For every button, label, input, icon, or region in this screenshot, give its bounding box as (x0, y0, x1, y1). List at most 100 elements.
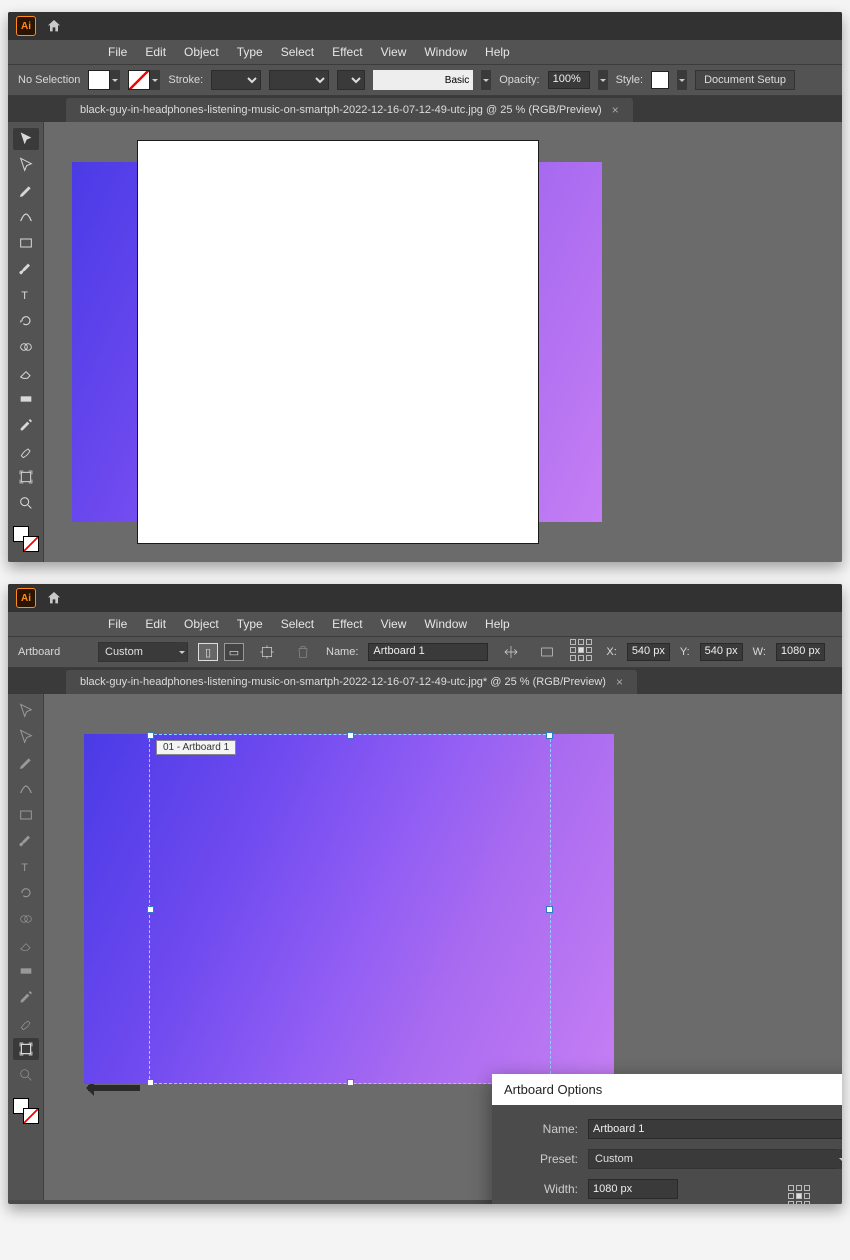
home-icon[interactable] (44, 16, 64, 36)
menu-view[interactable]: View (381, 45, 407, 59)
selection-tool-icon[interactable] (13, 128, 39, 150)
stroke-caret-icon[interactable] (150, 70, 160, 90)
paintbrush-tool-icon[interactable] (13, 258, 39, 280)
close-icon[interactable]: × (612, 103, 619, 117)
reference-point-grid[interactable] (788, 1185, 814, 1204)
placed-image[interactable]: 01 - Artboard 1 (84, 734, 614, 1084)
menu-object[interactable]: Object (184, 45, 219, 59)
zoom-tool-icon[interactable] (13, 1064, 39, 1086)
ao-width-input[interactable] (588, 1179, 678, 1199)
menu-type[interactable]: Type (237, 617, 263, 631)
artboard-selection[interactable] (149, 734, 551, 1084)
symbol-sprayer-tool-icon[interactable] (13, 1012, 39, 1034)
artboard-tag[interactable]: 01 - Artboard 1 (156, 740, 236, 755)
menu-window[interactable]: Window (424, 45, 467, 59)
w-value[interactable]: 1080 px (776, 643, 825, 661)
menu-edit[interactable]: Edit (145, 617, 166, 631)
zoom-tool-icon[interactable] (13, 492, 39, 514)
menu-file[interactable]: File (108, 617, 127, 631)
menu-select[interactable]: Select (281, 617, 314, 631)
stroke-weight-select[interactable] (211, 70, 261, 90)
landscape-icon[interactable]: ▭ (224, 643, 244, 661)
menu-effect[interactable]: Effect (332, 617, 362, 631)
eraser-tool-icon[interactable] (13, 362, 39, 384)
pen-tool-icon[interactable] (13, 180, 39, 202)
delete-artboard-icon[interactable] (290, 641, 316, 663)
menu-help[interactable]: Help (485, 45, 510, 59)
portrait-icon[interactable]: ▯ (198, 643, 218, 661)
rectangle-tool-icon[interactable] (13, 232, 39, 254)
shape-builder-tool-icon[interactable] (13, 908, 39, 930)
menu-file[interactable]: File (108, 45, 127, 59)
gradient-tool-icon[interactable] (13, 388, 39, 410)
menu-view[interactable]: View (381, 617, 407, 631)
type-tool-icon[interactable]: T (13, 284, 39, 306)
opacity-caret-icon[interactable] (598, 70, 608, 90)
canvas[interactable]: 01 - Artboard 1 Artboard Options Name: P… (44, 694, 842, 1200)
direct-selection-tool-icon[interactable] (13, 726, 39, 748)
fill-swatch[interactable] (88, 70, 110, 90)
ao-preset-select[interactable]: Custom (588, 1149, 842, 1169)
resize-handle[interactable] (546, 732, 553, 739)
brush-definition-select[interactable] (269, 70, 329, 90)
menu-edit[interactable]: Edit (145, 45, 166, 59)
y-value[interactable]: 540 px (700, 643, 743, 661)
paintbrush-tool-icon[interactable] (13, 830, 39, 852)
shape-builder-tool-icon[interactable] (13, 336, 39, 358)
menu-window[interactable]: Window (424, 617, 467, 631)
fill-stroke-indicator[interactable] (13, 526, 39, 552)
rotate-tool-icon[interactable] (13, 310, 39, 332)
menu-object[interactable]: Object (184, 617, 219, 631)
move-with-artboard-icon[interactable] (498, 641, 524, 663)
stroke-swatch[interactable] (128, 70, 150, 90)
style-caret-icon[interactable] (677, 70, 687, 90)
preset-select[interactable]: Custom (98, 642, 188, 662)
rectangle-tool-icon[interactable] (13, 804, 39, 826)
fill-caret-icon[interactable] (110, 70, 120, 90)
menu-help[interactable]: Help (485, 617, 510, 631)
canvas[interactable] (44, 122, 842, 562)
eraser-tool-icon[interactable] (13, 934, 39, 956)
menu-effect[interactable]: Effect (332, 45, 362, 59)
fill-stroke-indicator[interactable] (13, 1098, 39, 1124)
rotate-tool-icon[interactable] (13, 882, 39, 904)
artboard-tool-icon[interactable] (13, 1038, 39, 1060)
placed-image[interactable] (72, 162, 602, 522)
curvature-tool-icon[interactable] (13, 778, 39, 800)
menu-select[interactable]: Select (281, 45, 314, 59)
selection-tool-icon[interactable] (13, 700, 39, 722)
resize-handle[interactable] (147, 906, 154, 913)
curvature-tool-icon[interactable] (13, 206, 39, 228)
x-value[interactable]: 540 px (627, 643, 670, 661)
reference-point-grid[interactable] (570, 639, 596, 665)
document-tab[interactable]: black-guy-in-headphones-listening-music-… (66, 98, 633, 122)
graphic-style-box[interactable]: Basic (373, 70, 473, 90)
document-setup-button[interactable]: Document Setup (695, 70, 795, 90)
variable-width-select[interactable] (337, 70, 365, 90)
document-tab[interactable]: black-guy-in-headphones-listening-music-… (66, 670, 637, 694)
ao-name-input[interactable] (588, 1119, 842, 1139)
home-icon[interactable] (44, 588, 64, 608)
style-swatch[interactable] (651, 71, 669, 89)
graphic-style-caret-icon[interactable] (481, 70, 491, 90)
resize-handle[interactable] (347, 1079, 354, 1086)
resize-handle[interactable] (147, 732, 154, 739)
gradient-tool-icon[interactable] (13, 960, 39, 982)
artboard-name-field[interactable]: Artboard 1 (368, 643, 488, 661)
resize-handle[interactable] (147, 1079, 154, 1086)
opacity-value[interactable]: 100% (548, 71, 590, 89)
artboard-tool-icon[interactable] (13, 466, 39, 488)
symbol-sprayer-tool-icon[interactable] (13, 440, 39, 462)
type-tool-icon[interactable]: T (13, 856, 39, 878)
resize-handle[interactable] (546, 906, 553, 913)
menu-type[interactable]: Type (237, 45, 263, 59)
artboard-options-icon[interactable] (534, 641, 560, 663)
orientation-toggle[interactable]: ▯ ▭ (198, 643, 244, 661)
eyedropper-tool-icon[interactable] (13, 986, 39, 1008)
pen-tool-icon[interactable] (13, 752, 39, 774)
new-artboard-icon[interactable] (254, 641, 280, 663)
eyedropper-tool-icon[interactable] (13, 414, 39, 436)
close-icon[interactable]: × (616, 675, 623, 689)
resize-handle[interactable] (347, 732, 354, 739)
direct-selection-tool-icon[interactable] (13, 154, 39, 176)
